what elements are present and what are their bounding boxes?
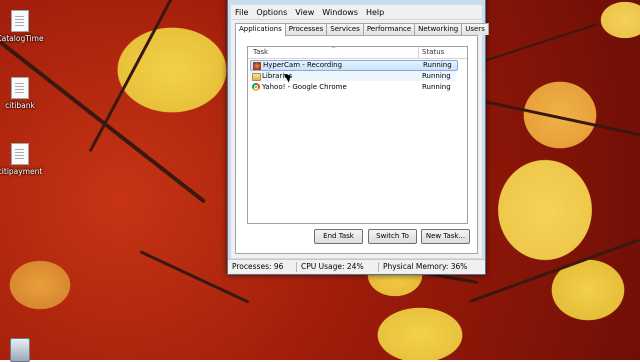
tab-services[interactable]: Services	[326, 23, 364, 35]
document-icon	[11, 10, 29, 32]
table-row[interactable]: Yahoo! - Google Chrome Running	[250, 82, 456, 92]
status-physical-memory: Physical Memory: 36%	[383, 262, 468, 271]
desktop-icon-catalogtime[interactable]: CatalogTime	[0, 10, 50, 43]
menu-bar: File Options View Windows Help	[231, 5, 482, 20]
menu-file[interactable]: File	[231, 5, 252, 18]
document-icon	[11, 143, 29, 165]
tree-branch	[483, 100, 640, 137]
row-task-name: Yahoo! - Google Chrome	[262, 83, 347, 91]
recycle-bin-icon[interactable]	[10, 338, 30, 362]
desktop-icon-citibank[interactable]: citibank	[0, 77, 50, 110]
desktop-icon-citipayment[interactable]: citipayment	[0, 143, 50, 176]
desktop-icon-label: CatalogTime	[0, 34, 44, 43]
column-divider[interactable]	[418, 47, 419, 58]
applications-list[interactable]: Task ^ Status HyperCam - Recording Runni…	[247, 46, 468, 224]
tree-branch	[483, 22, 599, 62]
column-header-task[interactable]: Task	[253, 48, 268, 56]
hypercam-icon	[253, 62, 261, 70]
status-divider	[296, 262, 297, 272]
row-task-name: HyperCam - Recording	[263, 61, 343, 69]
tree-branch	[469, 238, 640, 303]
row-status: Running	[422, 83, 451, 91]
document-icon	[11, 77, 29, 99]
table-row[interactable]: HyperCam - Recording Running	[250, 60, 458, 71]
tree-branch	[88, 0, 186, 153]
row-status: Running	[423, 61, 452, 69]
menu-windows[interactable]: Windows	[318, 5, 362, 18]
column-header-status[interactable]: Status	[422, 48, 444, 56]
desktop-icon-label: citibank	[5, 101, 35, 110]
tab-performance[interactable]: Performance	[362, 23, 416, 35]
task-manager-window: File Options View Windows Help Applications P…	[227, 0, 489, 275]
window-body: Applications Processes Services Performance…	[231, 20, 489, 258]
sort-arrow-icon: ^	[331, 46, 337, 53]
tab-networking[interactable]: Networking	[414, 23, 463, 35]
applications-panel: Task ^ Status HyperCam - Recording Runni…	[235, 35, 478, 254]
status-cpu-usage: CPU Usage: 24%	[301, 262, 364, 271]
tab-processes[interactable]: Processes	[284, 23, 328, 35]
table-row[interactable]: Libraries Running	[250, 71, 456, 81]
end-task-button[interactable]: End Task	[314, 229, 363, 244]
switch-to-button[interactable]: Switch To	[368, 229, 417, 244]
menu-options[interactable]: Options	[252, 5, 291, 18]
new-task-button[interactable]: New Task...	[421, 229, 470, 244]
folder-icon	[252, 73, 261, 81]
tab-users[interactable]: Users	[461, 23, 489, 35]
desktop-icon-label: citipayment	[0, 167, 43, 176]
status-bar: Processes: 96 CPU Usage: 24% Physical Me…	[228, 259, 485, 274]
menu-help[interactable]: Help	[362, 5, 388, 18]
tab-applications[interactable]: Applications	[235, 23, 286, 36]
status-divider	[378, 262, 379, 272]
menu-view[interactable]: View	[291, 5, 318, 18]
row-status: Running	[422, 72, 451, 80]
chrome-icon	[252, 83, 260, 91]
list-header: Task ^ Status	[248, 46, 467, 59]
status-processes: Processes: 96	[232, 262, 284, 271]
tab-strip: Applications Processes Services Performance…	[235, 22, 489, 36]
